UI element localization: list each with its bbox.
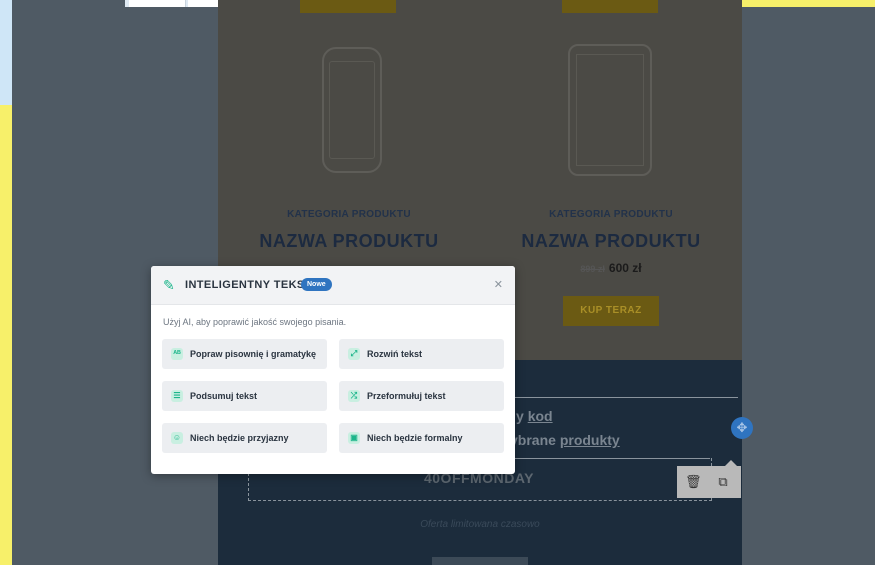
delete-icon[interactable]: 🗑 [685, 474, 702, 490]
move-icon[interactable]: ✥ [731, 417, 753, 439]
expand-icon: ⤢ [348, 348, 360, 360]
product-price: 899 zł 600 zł [480, 261, 742, 275]
product-category: KATEGORIA PRODUKTU [549, 209, 673, 220]
promo-line-2: ybrane produkty [510, 432, 620, 448]
promo-link[interactable]: produkty [560, 432, 620, 448]
modal-title: INTELIGENTNY TEKST [185, 279, 312, 291]
option-label: Podsumuj tekst [190, 391, 258, 401]
promo-text: y [516, 408, 528, 424]
background-blue-area [0, 0, 12, 105]
list-icon: ☰ [171, 390, 183, 402]
shuffle-icon: ⤮ [348, 390, 360, 402]
close-icon[interactable]: ✕ [494, 278, 503, 291]
promo-link[interactable]: kod [528, 408, 553, 424]
background-yellow-strip [733, 0, 875, 7]
old-price: 899 zł [580, 264, 605, 274]
option-summarize[interactable]: ☰ Podsumuj tekst [162, 381, 327, 411]
promo-button[interactable] [432, 557, 528, 565]
top-tab[interactable] [129, 0, 186, 7]
option-fix-spelling[interactable]: ᴬᴮ Popraw pisownię i gramatykę [162, 339, 327, 369]
block-toolbar: 🗑 ⧉ [677, 460, 741, 498]
modal-header: ✎ INTELIGENTNY TEKST Nowe ✕ [151, 266, 515, 305]
duplicate-icon[interactable]: ⧉ [715, 474, 731, 490]
buy-now-button[interactable]: KUP TERAZ [563, 296, 659, 326]
promo-text: ybrane [510, 432, 560, 448]
modal-description: Użyj AI, aby poprawić jakość swojego pis… [163, 317, 347, 327]
briefcase-icon: ▣ [348, 432, 360, 444]
smile-icon: ☺ [171, 432, 183, 444]
product-image-tablet [568, 44, 652, 176]
product-name: NAZWA PRODUKTU [521, 231, 701, 251]
ai-text-modal: ✎ INTELIGENTNY TEKST Nowe ✕ Użyj AI, aby… [151, 266, 515, 474]
product-name: NAZWA PRODUKTU [259, 231, 439, 251]
magic-wand-icon: ✎ [163, 277, 175, 293]
option-label: Przeformułuj tekst [367, 391, 446, 401]
option-label: Niech będzie formalny [367, 433, 463, 443]
option-friendly[interactable]: ☺ Niech będzie przyjazny [162, 423, 327, 453]
option-label: Rozwiń tekst [367, 349, 423, 359]
buy-button-top-left[interactable] [300, 0, 396, 13]
spellcheck-icon: ᴬᴮ [171, 348, 183, 360]
buy-button-top-right[interactable] [562, 0, 658, 13]
new-badge: Nowe [301, 278, 332, 291]
background-yellow-area [0, 105, 12, 565]
product-image-phone [322, 47, 382, 173]
limited-offer-text: Oferta limitowana czasowo [420, 519, 540, 530]
current-price: 600 zł [608, 261, 642, 275]
product-category: KATEGORIA PRODUKTU [287, 209, 411, 220]
option-rephrase[interactable]: ⤮ Przeformułuj tekst [339, 381, 504, 411]
option-label: Popraw pisownię i gramatykę [190, 349, 317, 359]
option-label: Niech będzie przyjazny [190, 433, 289, 443]
promo-line-1: y kod [516, 408, 553, 424]
option-expand-text[interactable]: ⤢ Rozwiń tekst [339, 339, 504, 369]
option-formal[interactable]: ▣ Niech będzie formalny [339, 423, 504, 453]
